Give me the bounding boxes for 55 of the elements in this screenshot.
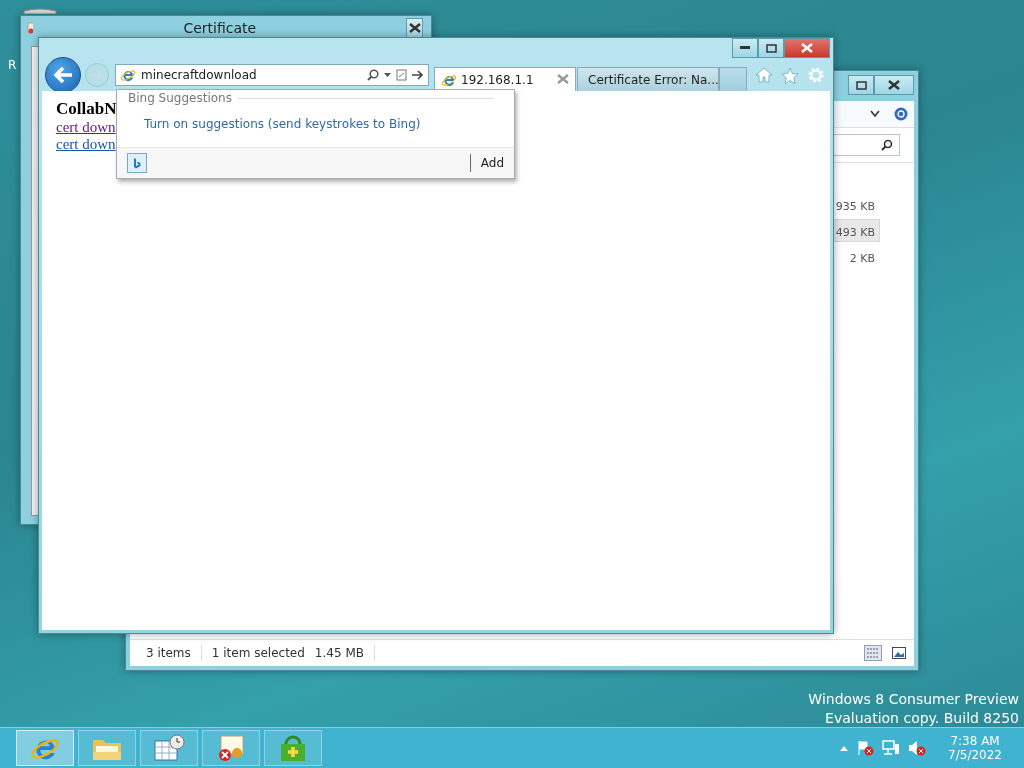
- address-field[interactable]: minecraftdownload: [115, 64, 429, 86]
- file-size: 2 KB: [849, 252, 875, 265]
- file-size: 935 KB: [835, 200, 875, 213]
- add-button[interactable]: Add: [469, 154, 504, 172]
- suggestions-link[interactable]: Turn on suggestions (send keystrokes to Bing): [117, 105, 514, 147]
- back-button[interactable]: [45, 57, 81, 93]
- edition-notice: Evaluation copy. Build 8250: [825, 710, 1019, 726]
- window-title: Certificate: [183, 20, 257, 36]
- section-title: Bing Suggestions: [128, 91, 232, 105]
- flag-error-icon[interactable]: [856, 740, 875, 756]
- search-provider-button[interactable]: [127, 153, 147, 173]
- thumbnail-view-icon[interactable]: [892, 647, 906, 659]
- search-icon: [881, 139, 893, 151]
- star-icon[interactable]: [781, 66, 799, 84]
- taskbar-button[interactable]: [16, 730, 74, 766]
- maximize-button[interactable]: [758, 38, 784, 58]
- maximize-icon: [855, 80, 867, 90]
- close-icon: [801, 43, 813, 53]
- search-icon[interactable]: [367, 69, 379, 81]
- taskbar-button[interactable]: [264, 730, 322, 766]
- speaker-muted-icon[interactable]: [908, 740, 927, 756]
- bing-logo-icon: [133, 157, 141, 169]
- item-count: 3 items: [146, 646, 191, 660]
- network-icon[interactable]: [882, 740, 901, 756]
- chevron-up-icon[interactable]: [840, 745, 849, 751]
- browser-tab[interactable]: 192.168.1.1: [434, 67, 576, 91]
- go-arrow-icon[interactable]: [412, 70, 424, 80]
- page-link[interactable]: cert down: [56, 136, 116, 153]
- close-button[interactable]: [874, 75, 914, 95]
- calendar-clock-icon: [153, 734, 185, 762]
- maximize-button[interactable]: [848, 75, 874, 95]
- page-heading: CollabN: [56, 99, 117, 119]
- chevron-down-icon[interactable]: [870, 110, 880, 118]
- minimize-icon: [740, 46, 750, 50]
- taskbar-button[interactable]: [140, 730, 198, 766]
- back-arrow-icon: [53, 66, 73, 84]
- selection-size: 1.45 MB: [314, 646, 364, 660]
- close-button[interactable]: [784, 38, 830, 58]
- browser-tab[interactable]: Certificate Error: Na...: [577, 67, 719, 91]
- selection-status: 1 item selected: [211, 646, 305, 660]
- edition-notice: Windows 8 Consumer Preview: [808, 691, 1019, 707]
- taskbar-button[interactable]: [202, 730, 260, 766]
- file-size: 493 KB: [835, 226, 875, 239]
- close-icon: [557, 73, 569, 84]
- maximize-icon: [765, 43, 777, 53]
- browser-logo-icon: [120, 67, 136, 83]
- close-icon: [888, 80, 900, 90]
- dropdown-caret-icon[interactable]: [384, 73, 391, 77]
- desktop-icon-label: R: [8, 58, 17, 72]
- page-link[interactable]: cert down: [56, 119, 116, 136]
- recycle-bin-icon[interactable]: [22, 7, 58, 14]
- close-icon: [408, 23, 421, 33]
- shopping-bag-icon: [278, 734, 308, 762]
- close-button[interactable]: [406, 18, 423, 38]
- minimize-button[interactable]: [732, 38, 758, 58]
